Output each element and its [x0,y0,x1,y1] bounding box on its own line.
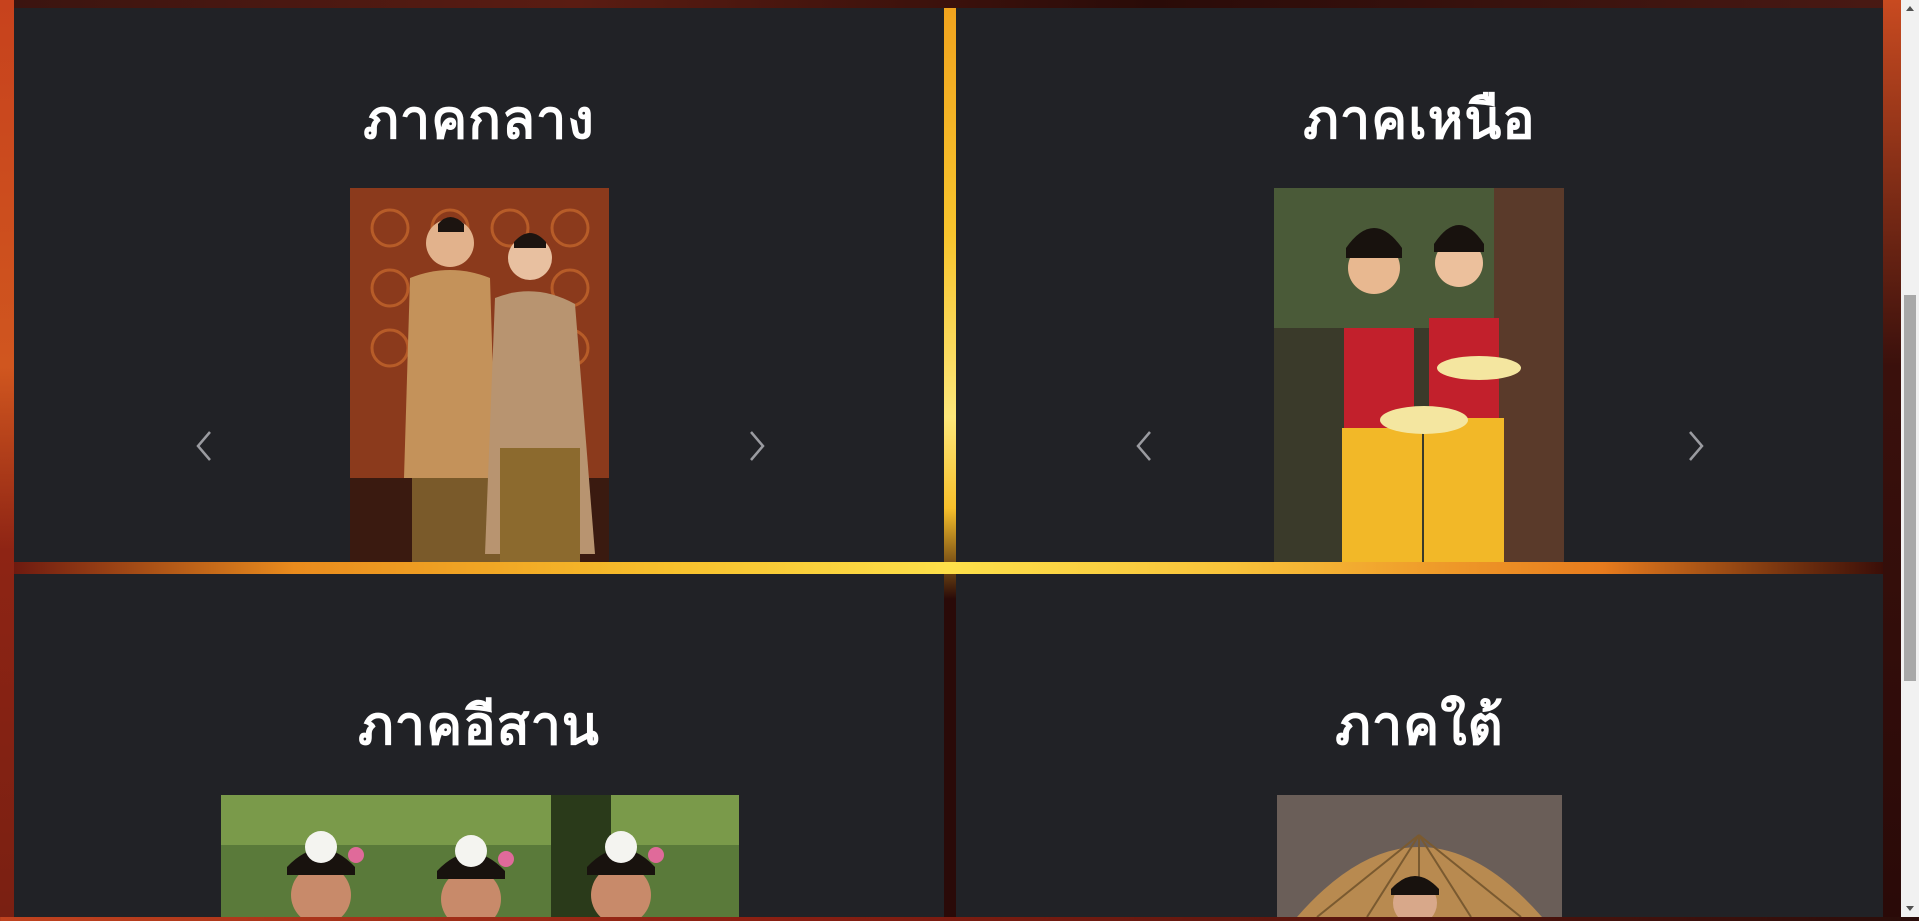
region-card-north: ภาคเหนือ [956,8,1883,562]
carousel-next-button[interactable] [741,426,771,466]
region-card-south: ภาคใต้ [956,574,1883,917]
region-title: ภาคใต้ [1335,694,1504,757]
region-title: ภาคเหนือ [1303,88,1536,151]
region-card-isan: ภาคอีสาน [14,574,944,917]
background-left-edge [0,0,14,917]
carousel-prev-button[interactable] [1130,426,1160,466]
background-vertical-band [944,8,956,917]
carousel-next-button[interactable] [1680,426,1710,466]
region-title: ภาคอีสาน [358,694,600,757]
carousel-prev-button[interactable] [190,426,220,466]
region-photo [350,188,609,562]
region-photo [1274,188,1564,562]
scroll-down-button[interactable] [1901,900,1919,917]
page-scrollbar[interactable] [1901,0,1919,917]
scroll-up-button[interactable] [1901,0,1919,17]
scrollbar-thumb[interactable] [1904,295,1916,681]
background-right-edge [1883,0,1901,917]
background-top-strip [0,0,1919,8]
background-horizontal-band [14,562,1883,574]
region-card-central: ภาคกลาง [14,8,944,562]
region-photo [1277,795,1562,917]
region-title: ภาคกลาง [363,88,595,151]
region-photo [221,795,739,917]
